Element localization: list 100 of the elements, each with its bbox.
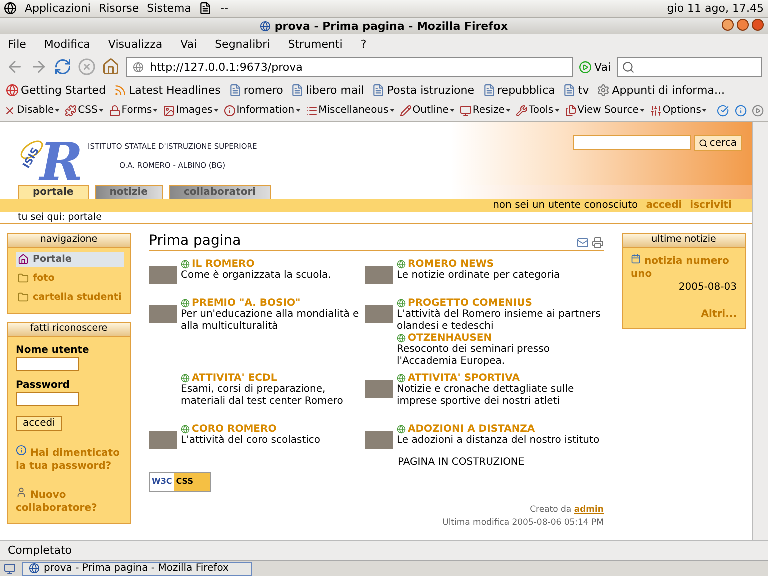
search-button[interactable]: cerca bbox=[694, 135, 742, 151]
stop-icon[interactable] bbox=[78, 58, 96, 76]
tool-icon bbox=[108, 104, 121, 116]
toolbar-menu[interactable]: Images bbox=[163, 104, 219, 116]
page-icon bbox=[563, 84, 576, 96]
bookmark[interactable]: Appunti di informa... bbox=[597, 84, 725, 96]
author-link[interactable]: admin bbox=[574, 505, 604, 515]
panel-text: -- bbox=[220, 2, 228, 15]
home-icon[interactable] bbox=[102, 58, 120, 76]
check-icon[interactable] bbox=[717, 104, 730, 118]
bookmark[interactable]: repubblica bbox=[482, 84, 556, 96]
panel-menu[interactable]: Sistema bbox=[147, 2, 192, 15]
nav-item[interactable]: Portale bbox=[16, 252, 124, 267]
tool-icon bbox=[400, 104, 412, 116]
forward-icon[interactable] bbox=[30, 58, 48, 76]
panel-title: fatti riconoscere bbox=[8, 323, 130, 337]
login-button[interactable]: accedi bbox=[16, 416, 62, 431]
bookmark[interactable]: Getting Started bbox=[6, 84, 106, 96]
minimize-button[interactable] bbox=[722, 19, 734, 31]
tab[interactable]: collaboratori bbox=[168, 185, 272, 199]
go-button[interactable]: Vai bbox=[578, 60, 611, 74]
menu-item[interactable]: ? bbox=[360, 38, 367, 50]
url-field[interactable]: http://127.0.0.1:9673/prova bbox=[126, 57, 573, 77]
toolbar-menu[interactable]: Options bbox=[650, 104, 708, 116]
home-icon bbox=[18, 254, 29, 265]
tool-icon bbox=[516, 104, 528, 116]
calendar-icon bbox=[631, 254, 641, 264]
page-icon bbox=[291, 84, 304, 96]
caret-icon bbox=[640, 109, 645, 112]
scrollbar[interactable] bbox=[752, 122, 768, 540]
caret-icon bbox=[153, 109, 158, 112]
toolbar-menu[interactable]: Miscellaneous bbox=[306, 104, 395, 116]
search-field[interactable] bbox=[572, 135, 691, 150]
tab[interactable]: notizie bbox=[94, 185, 163, 199]
caret-icon bbox=[450, 109, 455, 112]
globe-icon bbox=[181, 260, 190, 269]
toolbar-menu[interactable]: Information bbox=[224, 104, 301, 116]
print-icon[interactable] bbox=[592, 237, 604, 249]
bookmark-icon bbox=[6, 84, 19, 96]
caret-icon bbox=[55, 109, 60, 112]
menu-item[interactable]: Strumenti bbox=[288, 38, 343, 50]
info-icon bbox=[16, 445, 27, 456]
menu-item[interactable]: Visualizza bbox=[108, 38, 163, 50]
toolbar-menu[interactable]: Forms bbox=[108, 104, 158, 116]
info-icon[interactable] bbox=[734, 104, 747, 118]
toolbar-menu[interactable]: Tools bbox=[516, 104, 560, 116]
globe-icon bbox=[397, 334, 406, 343]
bookmark[interactable]: Latest Headlines bbox=[114, 84, 221, 96]
maximize-button[interactable] bbox=[737, 19, 749, 31]
menu-item[interactable]: Segnalibri bbox=[215, 38, 270, 50]
caret-icon bbox=[214, 109, 219, 112]
tab[interactable]: portale bbox=[18, 185, 89, 199]
toolbar-menu[interactable]: Outline bbox=[400, 104, 455, 116]
search-field[interactable] bbox=[617, 57, 762, 77]
mail-icon[interactable] bbox=[577, 237, 589, 249]
panel-menu[interactable]: Applicazioni bbox=[25, 2, 91, 15]
page-icon bbox=[228, 84, 242, 96]
news-date: 2005-08-03 bbox=[678, 282, 737, 293]
menu-item[interactable]: Vai bbox=[180, 38, 198, 50]
toolbar-menu[interactable]: Disable bbox=[4, 104, 60, 116]
bookmark[interactable]: libero mail bbox=[291, 84, 364, 96]
desktop-icon[interactable] bbox=[4, 562, 16, 574]
section-description: Resoconto dei seminari presso l'Accademia Europea. bbox=[397, 344, 551, 368]
bookmark[interactable]: Posta istruzione bbox=[372, 84, 475, 96]
password-field[interactable] bbox=[16, 392, 79, 406]
globe-icon bbox=[260, 20, 271, 32]
section-description: Notizie e cronache dettagliate sulle imprese sportive dei nostri atleti bbox=[397, 384, 576, 408]
reload-icon[interactable] bbox=[54, 58, 72, 76]
breadcrumb: tu sei qui: portale bbox=[0, 212, 752, 224]
panel-menu[interactable]: Risorse bbox=[98, 2, 140, 15]
play-icon bbox=[578, 60, 592, 74]
play-icon[interactable] bbox=[752, 104, 764, 118]
css-badge[interactable]: W3C CSS bbox=[149, 472, 211, 492]
menu-item[interactable]: File bbox=[8, 38, 26, 50]
back-icon[interactable] bbox=[6, 58, 24, 76]
toolbar-menu[interactable]: CSS bbox=[65, 104, 104, 116]
bookmark[interactable]: romero bbox=[228, 84, 284, 96]
field-label: Password bbox=[16, 380, 71, 390]
username-field[interactable] bbox=[16, 357, 79, 371]
globe-icon bbox=[181, 425, 190, 434]
folder-icon bbox=[18, 292, 29, 303]
modified-date: Ultima modifica 2005-08-06 05:14 PM bbox=[442, 517, 604, 530]
close-button[interactable] bbox=[752, 19, 764, 31]
caret-icon bbox=[702, 109, 708, 112]
globe-icon bbox=[133, 62, 144, 72]
tool-icon bbox=[4, 104, 16, 116]
panel-title: navigazione bbox=[8, 234, 130, 248]
tool-icon bbox=[163, 104, 176, 116]
section-description: Le notizie ordinate per categoria bbox=[397, 270, 560, 282]
gear-icon bbox=[597, 84, 610, 96]
toolbar-menu[interactable]: Resize bbox=[460, 104, 511, 116]
window-title: prova - Prima pagina - Mozilla Firefox bbox=[274, 20, 508, 32]
toolbar-menu[interactable]: View Source bbox=[564, 104, 645, 116]
globe-icon bbox=[181, 299, 190, 308]
menu-item[interactable]: Modifica bbox=[44, 38, 90, 50]
caret-icon bbox=[390, 109, 395, 112]
caret-icon bbox=[296, 109, 301, 112]
caret-icon bbox=[554, 109, 560, 112]
bookmark[interactable]: tv bbox=[563, 84, 590, 96]
taskbar-button[interactable]: prova - Prima pagina - Mozilla Firefox bbox=[22, 562, 252, 576]
